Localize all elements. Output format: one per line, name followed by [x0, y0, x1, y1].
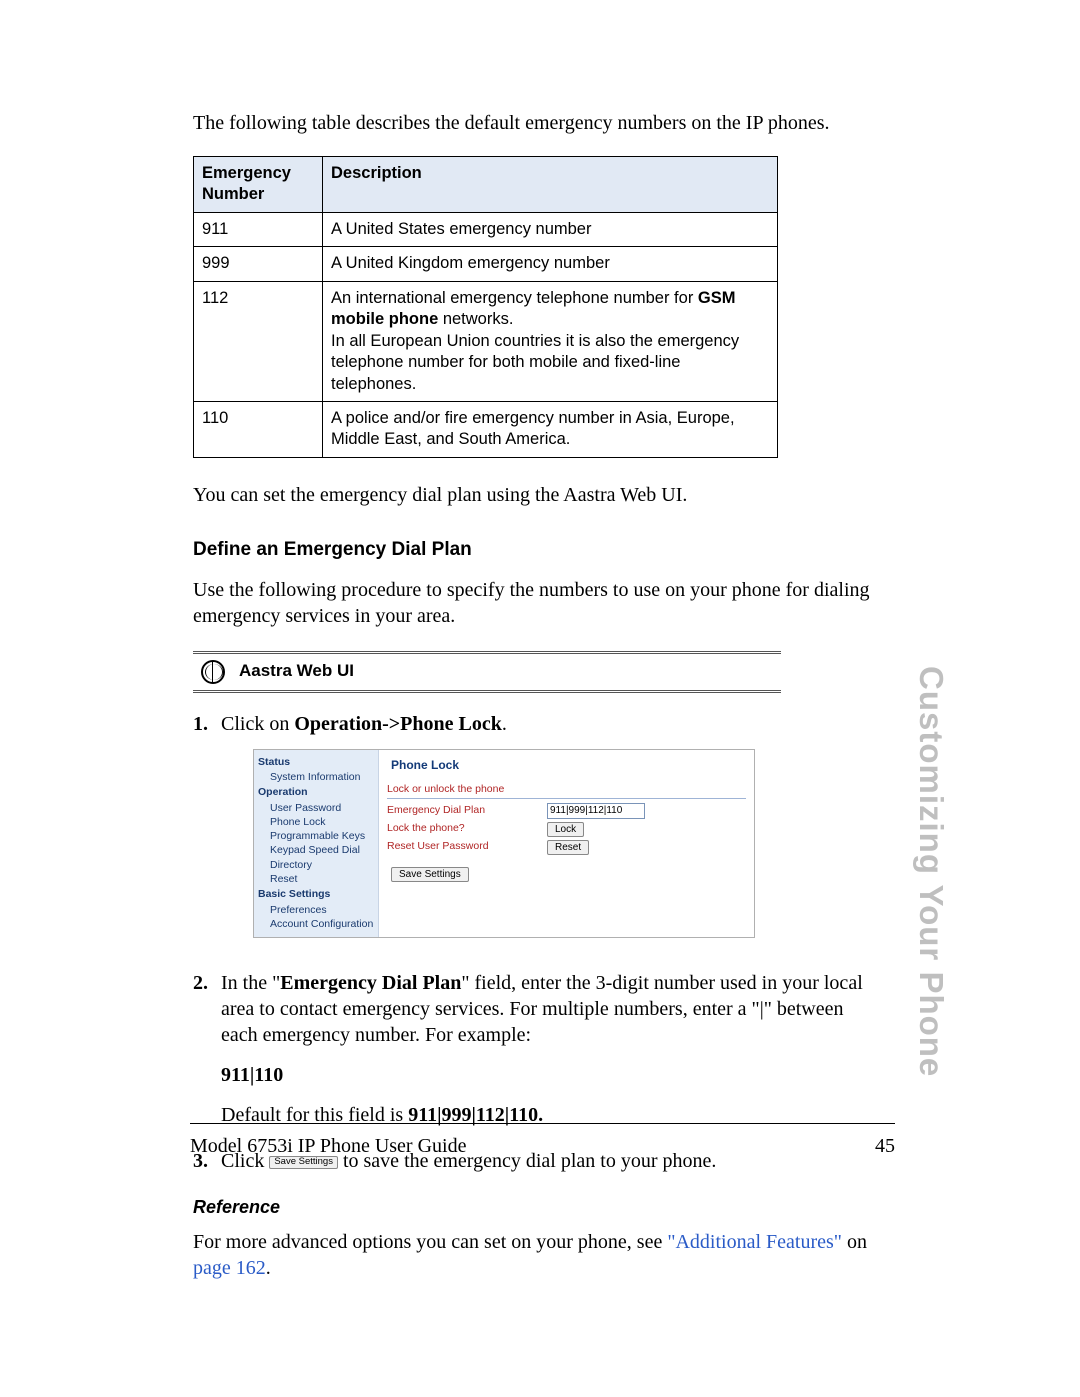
reference-heading: Reference: [193, 1196, 873, 1219]
cell-description: A United States emergency number: [323, 212, 778, 246]
step-body: In the "Emergency Dial Plan" field, ente…: [221, 970, 873, 1136]
save-wrap: Save Settings: [391, 867, 746, 882]
table-row: 112 An international emergency telephone…: [194, 281, 778, 401]
aastra-web-ui-bar: Aastra Web UI: [193, 651, 781, 693]
label-lock-phone: Lock the phone?: [387, 822, 547, 836]
link-page-162[interactable]: page 162: [193, 1257, 266, 1279]
label-reset-password: Reset User Password: [387, 840, 547, 854]
footer-rule: [190, 1123, 895, 1124]
after-table-text: You can set the emergency dial plan usin…: [193, 482, 873, 508]
footer-left: Model 6753i IP Phone User Guide: [190, 1135, 466, 1158]
label-emergency-dial-plan: Emergency Dial Plan: [387, 804, 547, 818]
row-reset-password: Reset User Password Reset: [387, 840, 746, 855]
cell-description: A United Kingdom emergency number: [323, 247, 778, 281]
cell-description: An international emergency telephone num…: [323, 281, 778, 401]
link-additional-features[interactable]: "Additional Features": [667, 1231, 842, 1253]
step-1: 1. Click on Operation->Phone Lock. Statu…: [193, 711, 873, 958]
table-row: 110 A police and/or fire emergency numbe…: [194, 401, 778, 457]
sidebar-section-operation: Operation: [258, 784, 378, 801]
table-row: 911 A United States emergency number: [194, 212, 778, 246]
emergency-numbers-table: Emergency Number Description 911 A Unite…: [193, 156, 778, 458]
cell-number: 112: [194, 281, 323, 401]
webui-main: Phone Lock Lock or unlock the phone Emer…: [379, 750, 754, 937]
sidebar-item-system-information[interactable]: System Information: [258, 770, 378, 784]
aastra-label: Aastra Web UI: [239, 660, 354, 682]
input-emergency-dial-plan[interactable]: [547, 803, 645, 819]
cell-number: 999: [194, 247, 323, 281]
default-note: Default for this field is 911|999|112|11…: [221, 1102, 873, 1128]
steps-list: 1. Click on Operation->Phone Lock. Statu…: [193, 711, 873, 1174]
table-row: 999 A United Kingdom emergency number: [194, 247, 778, 281]
globe-icon: [201, 660, 225, 684]
intro-text: The following table describes the defaul…: [193, 110, 873, 136]
th-description: Description: [323, 157, 778, 213]
section-heading: Define an Emergency Dial Plan: [193, 538, 873, 563]
sidebar-item-preferences[interactable]: Preferences: [258, 903, 378, 917]
sidebar-item-directory[interactable]: Directory: [258, 858, 378, 872]
example-numbers: 911|110: [221, 1062, 873, 1088]
webui-title: Phone Lock: [391, 758, 746, 774]
sidebar-section-status: Status: [258, 754, 378, 771]
footer-page-number: 45: [875, 1135, 895, 1158]
webui-screenshot: Status System Information Operation User…: [253, 749, 873, 938]
sidebar-item-reset[interactable]: Reset: [258, 872, 378, 886]
reset-button[interactable]: Reset: [547, 840, 589, 855]
cell-description: A police and/or fire emergency number in…: [323, 401, 778, 457]
row-emergency-dial-plan: Emergency Dial Plan: [387, 803, 746, 819]
sidebar-item-user-password[interactable]: User Password: [258, 801, 378, 815]
webui-sidebar: Status System Information Operation User…: [254, 750, 379, 937]
sidebar-section-basic-settings: Basic Settings: [258, 886, 378, 903]
page-footer: Model 6753i IP Phone User Guide 45: [190, 1135, 895, 1158]
sidebar-item-account-configuration[interactable]: Account Configuration: [258, 917, 378, 931]
lock-button[interactable]: Lock: [547, 822, 584, 837]
step-number: 2.: [193, 970, 221, 996]
th-emergency-number: Emergency Number: [194, 157, 323, 213]
side-tab-title: Customizing Your Phone: [912, 666, 950, 706]
webui-section-header: Lock or unlock the phone: [387, 783, 746, 799]
save-settings-inline-button: Save Settings: [269, 1156, 338, 1168]
sidebar-item-phone-lock[interactable]: Phone Lock: [258, 815, 378, 829]
cell-number: 911: [194, 212, 323, 246]
webui-panel: Status System Information Operation User…: [253, 749, 755, 938]
row-lock-phone: Lock the phone? Lock: [387, 822, 746, 837]
cell-number: 110: [194, 401, 323, 457]
section-body: Use the following procedure to specify t…: [193, 577, 873, 629]
sidebar-item-keypad-speed-dial[interactable]: Keypad Speed Dial: [258, 843, 378, 857]
step-2: 2. In the "Emergency Dial Plan" field, e…: [193, 970, 873, 1136]
step-body: Click on Operation->Phone Lock. Status S…: [221, 711, 873, 958]
step-number: 1.: [193, 711, 221, 737]
reference-body: For more advanced options you can set on…: [193, 1229, 873, 1281]
sidebar-item-programmable-keys[interactable]: Programmable Keys: [258, 829, 378, 843]
save-settings-button[interactable]: Save Settings: [391, 867, 469, 882]
